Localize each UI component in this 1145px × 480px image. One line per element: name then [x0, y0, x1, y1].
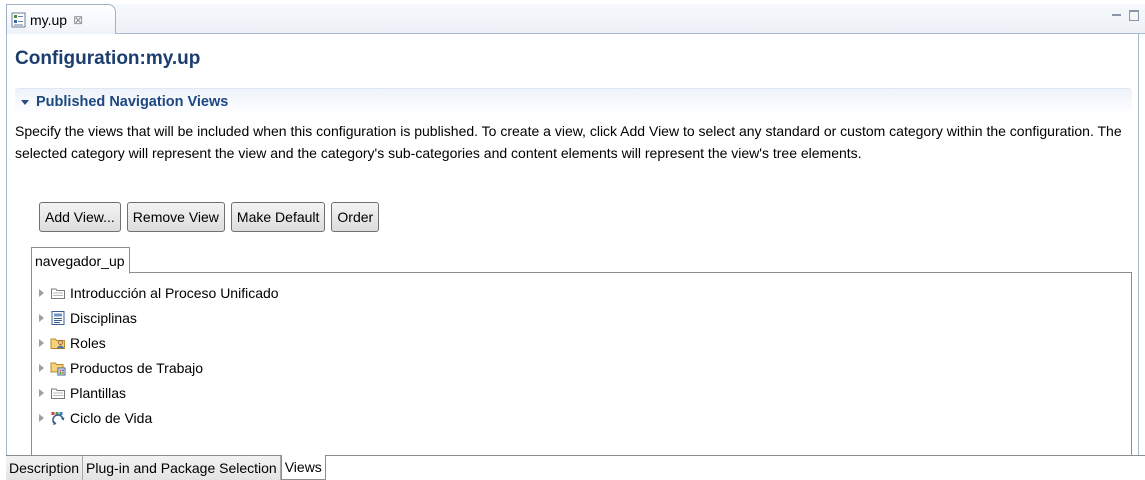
maximize-icon[interactable] — [1129, 10, 1139, 21]
work-products-icon — [50, 360, 66, 376]
tree-item[interactable]: Roles — [32, 330, 1131, 355]
add-view-button[interactable]: Add View... — [39, 202, 121, 232]
order-button[interactable]: Order — [331, 202, 380, 232]
tab-description[interactable]: Description — [6, 456, 84, 480]
section-header[interactable]: Published Navigation Views — [15, 88, 1132, 115]
editor-tab-my-up[interactable]: my.up ⊠ — [6, 4, 116, 35]
expand-arrow-icon[interactable] — [39, 388, 44, 397]
discipline-icon — [50, 310, 66, 326]
tab-navegador-up[interactable]: navegador_up — [31, 247, 130, 274]
tree-item-label: Introducción al Proceso Unificado — [70, 284, 279, 301]
view-button-row: Add View... Remove View Make Default Ord… — [39, 202, 380, 232]
tree-item-label: Plantillas — [70, 384, 127, 401]
tree-item-label: Disciplinas — [70, 309, 137, 326]
lifecycle-icon — [50, 410, 66, 426]
collapse-twisty-icon[interactable] — [21, 99, 29, 105]
tree-item-label: Ciclo de Vida — [70, 409, 153, 426]
remove-view-button[interactable]: Remove View — [126, 202, 225, 232]
editor-tab-bar: my.up ⊠ — [6, 4, 1145, 35]
expand-arrow-icon[interactable] — [39, 413, 44, 422]
tree-item-label: Roles — [70, 334, 106, 351]
minimize-icon[interactable] — [1111, 10, 1123, 22]
close-icon[interactable]: ⊠ — [73, 14, 83, 26]
tab-views[interactable]: Views — [280, 455, 326, 480]
configuration-editor: my.up ⊠ Configuration:my.up Published Na… — [0, 0, 1145, 480]
view-tree: Introducción al Proceso Unificado Discip… — [31, 273, 1132, 456]
expand-arrow-icon[interactable] — [39, 363, 44, 372]
expand-arrow-icon[interactable] — [39, 313, 44, 322]
tree-item[interactable]: Introducción al Proceso Unificado — [32, 280, 1131, 305]
section-description: Specify the views that will be included … — [15, 123, 1122, 161]
tree-item[interactable]: Productos de Trabajo — [32, 355, 1131, 380]
tree-item[interactable]: Plantillas — [32, 380, 1131, 405]
folder-icon — [50, 385, 66, 401]
configuration-file-icon — [11, 12, 27, 28]
make-default-button[interactable]: Make Default — [230, 202, 326, 232]
folder-icon — [50, 285, 66, 301]
tab-plugin-package-selection[interactable]: Plug-in and Package Selection — [83, 456, 281, 480]
roles-icon — [50, 335, 66, 351]
tree-item-label: Productos de Trabajo — [70, 359, 204, 376]
expand-arrow-icon[interactable] — [39, 288, 44, 297]
window-controls — [1111, 10, 1139, 22]
page-title: Configuration:my.up — [15, 48, 201, 69]
editor-tab-label: my.up — [30, 12, 68, 28]
view-tab-bar: navegador_up — [31, 247, 1132, 274]
editor-page-tabs: Description Plug-in and Package Selectio… — [6, 455, 1145, 480]
expand-arrow-icon[interactable] — [39, 338, 44, 347]
editor-content: Configuration:my.up Published Navigation… — [6, 34, 1139, 456]
tree-item[interactable]: Ciclo de Vida — [32, 405, 1131, 430]
tree-item[interactable]: Disciplinas — [32, 305, 1131, 330]
section-title: Published Navigation Views — [36, 94, 229, 110]
